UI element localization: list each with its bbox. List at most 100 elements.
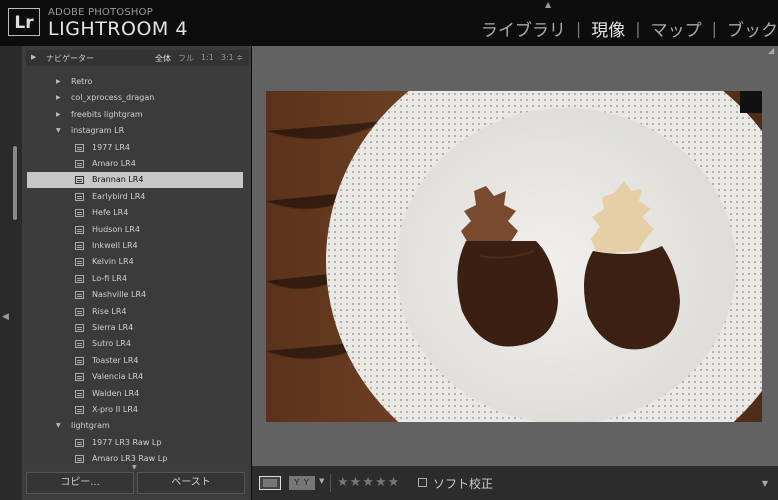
preset-icon (75, 373, 84, 382)
zoom-option[interactable]: 3:1 ≑ (221, 53, 243, 64)
preset-folder[interactable]: ▼ instagram LR (27, 123, 243, 139)
cookies-on-plate-photo (266, 91, 762, 422)
preset-label: Earlybird LR4 (92, 191, 146, 201)
presets-list: ▶ Retro ▶ col_xprocess_dragan ▶ freebits ligh… (27, 74, 243, 464)
preset-folder[interactable]: ▼ lightgram (27, 418, 243, 434)
preset-label: Walden LR4 (92, 388, 140, 398)
preset-item[interactable]: Kelvin LR4 (27, 254, 243, 270)
before-after-dropdown-icon[interactable]: ▼ (319, 477, 324, 485)
folder-label: Retro (71, 77, 93, 86)
preset-item[interactable]: Brannan LR4 (27, 172, 243, 189)
preset-icon (75, 160, 84, 168)
preset-icon (75, 242, 84, 250)
preset-label: Lo-fi LR4 (92, 273, 127, 283)
photo-preview[interactable] (266, 91, 762, 422)
star-rating[interactable]: ★★★★★ (337, 475, 400, 490)
expand-triangle-icon[interactable]: ▶ (31, 53, 36, 61)
preset-icon (75, 258, 84, 267)
preset-icon (75, 192, 84, 201)
zoom-options: 全体 フル 1:1 3:1 ≑ (155, 53, 243, 64)
collapsed-triangle-icon[interactable]: ▶ (56, 74, 61, 90)
preset-folder[interactable]: ▶ col_xprocess_dragan (27, 90, 243, 106)
preset-item[interactable]: Lo-fi LR4 (27, 271, 243, 287)
before-after-button[interactable]: Y Y (289, 476, 315, 490)
preset-item[interactable]: Toaster LR4 (27, 353, 243, 369)
folder-label: col_xprocess_dragan (71, 93, 155, 103)
module-tab[interactable]: ブック (727, 16, 778, 41)
top-bar: Lr ADOBE PHOTOSHOP LIGHTROOM 4 ▲ ライブラリ | 現… (0, 0, 778, 46)
preset-icon (75, 324, 84, 332)
preset-item[interactable]: 1977 LR3 Raw Lp (27, 435, 243, 451)
bottom-toolbar: Y Y ▼ ★★★★★ ソフト校正 ▼ (252, 466, 778, 500)
preset-icon (75, 307, 84, 316)
preset-item[interactable]: Sierra LR4 (27, 320, 243, 336)
preset-icon (75, 389, 84, 398)
lightroom-logo: Lr (8, 8, 40, 36)
preset-icon (75, 274, 84, 283)
collapse-left-panel-icon[interactable]: ◀ (2, 312, 9, 322)
copy-button[interactable]: コピー... (26, 472, 134, 494)
module-separator: | (711, 19, 717, 38)
preset-folder[interactable]: ▶ freebits lightgram (27, 107, 243, 123)
soft-proof-checkbox[interactable] (418, 478, 427, 487)
preset-item[interactable]: Rise LR4 (27, 304, 243, 320)
brand-subtitle: ADOBE PHOTOSHOP (48, 7, 153, 18)
preset-icon (75, 225, 84, 234)
preset-item[interactable]: 1977 LR4 (27, 140, 243, 156)
collapsed-triangle-icon[interactable]: ▶ (56, 90, 61, 106)
toolbar-options-icon[interactable]: ▼ (762, 479, 768, 488)
collapsed-triangle-icon[interactable]: ▶ (56, 107, 61, 123)
zoom-option[interactable]: 全体 (155, 53, 171, 64)
preset-label: 1977 LR4 (92, 142, 131, 152)
preset-icon (75, 176, 84, 185)
preset-label: Valencia LR4 (92, 372, 144, 382)
paste-button[interactable]: ペースト (137, 472, 245, 494)
module-picker: ライブラリ | 現像 | マップ | ブック (481, 16, 778, 41)
preset-label: Sutro LR4 (92, 339, 131, 349)
preset-label: Inkwell LR4 (92, 241, 138, 250)
preset-label: Amaro LR3 Raw Lp (92, 454, 168, 464)
preset-icon (75, 143, 84, 152)
preset-item[interactable]: X-pro II LR4 (27, 402, 243, 418)
collapse-top-panel-icon[interactable]: ▲ (545, 0, 551, 9)
folder-label: lightgram (71, 421, 110, 431)
preset-item[interactable]: Walden LR4 (27, 386, 243, 402)
brand-title: LIGHTROOM 4 (48, 18, 188, 40)
preset-icon (75, 438, 84, 447)
preset-icon (75, 406, 84, 414)
preset-item[interactable]: Valencia LR4 (27, 369, 243, 385)
preset-label: Rise LR4 (92, 306, 127, 316)
preset-item[interactable]: Amaro LR4 (27, 156, 243, 172)
preset-label: Sierra LR4 (92, 323, 134, 332)
preset-folder[interactable]: ▶ Retro (27, 74, 243, 90)
loupe-view-button[interactable] (259, 476, 281, 490)
preset-icon (75, 291, 84, 300)
module-separator: | (575, 19, 582, 38)
collapse-top-icon[interactable]: ◢ (768, 46, 774, 55)
image-view: ◢ (252, 46, 778, 466)
preset-item[interactable]: Hefe LR4 (27, 205, 243, 221)
preset-item[interactable]: Amaro LR3 Raw Lp (27, 451, 243, 464)
preset-item[interactable]: Inkwell LR4 (27, 238, 243, 254)
preset-label: Nashville LR4 (92, 290, 147, 300)
scroll-down-icon[interactable]: ▼ (132, 464, 137, 471)
preset-item[interactable]: Nashville LR4 (27, 287, 243, 303)
expanded-triangle-icon[interactable]: ▼ (56, 123, 61, 139)
navigator-header[interactable]: ▶ ナビゲーター 全体 フル 1:1 3:1 ≑ (26, 50, 249, 66)
module-tab[interactable]: マップ (651, 16, 702, 41)
left-panel-rail: ◀ (0, 46, 22, 500)
module-tab[interactable]: ライブラリ (481, 16, 566, 41)
expanded-triangle-icon[interactable]: ▼ (56, 418, 61, 434)
preset-item[interactable]: Hudson LR4 (27, 222, 243, 238)
zoom-option[interactable]: フル (178, 53, 194, 64)
module-separator: | (635, 19, 641, 38)
preset-label: Amaro LR4 (92, 159, 136, 168)
preset-icon (75, 340, 84, 349)
module-tab[interactable]: 現像 (591, 16, 625, 41)
preset-label: X-pro II LR4 (92, 405, 138, 414)
preset-item[interactable]: Sutro LR4 (27, 336, 243, 352)
panel-scrollbar[interactable] (13, 146, 17, 220)
preset-label: Brannan LR4 (92, 175, 144, 185)
preset-item[interactable]: Earlybird LR4 (27, 189, 243, 205)
zoom-option[interactable]: 1:1 (201, 53, 214, 64)
